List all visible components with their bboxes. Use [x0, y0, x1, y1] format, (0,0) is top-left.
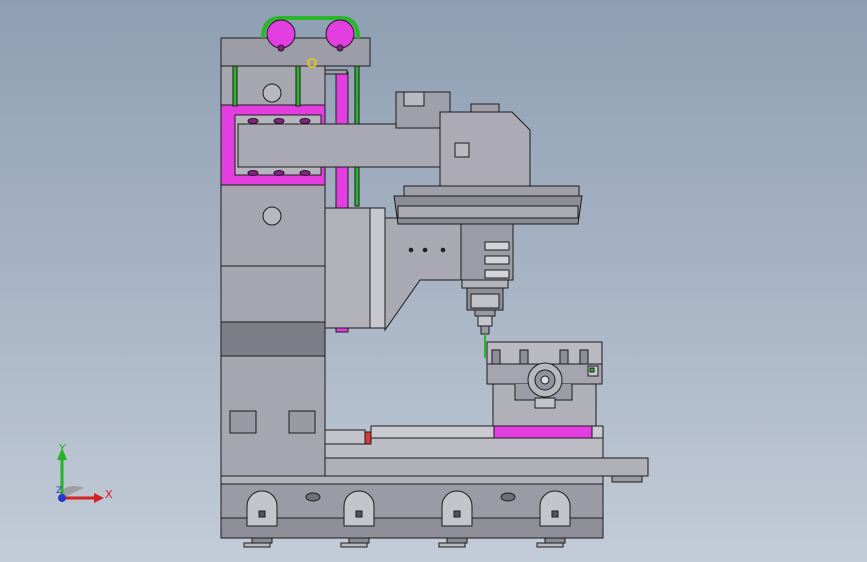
base-arch-1 [246, 490, 278, 527]
workpiece-fixture[interactable] [486, 341, 603, 439]
graphics-viewport[interactable]: Y X Z [0, 0, 867, 562]
machine-base[interactable] [220, 475, 604, 548]
coordinate-triad [57, 448, 104, 503]
z-axis-dot [58, 494, 66, 502]
base-arch-3 [441, 490, 473, 527]
rotary-disk[interactable] [393, 185, 583, 225]
base-arch-2 [343, 490, 375, 527]
spindle[interactable] [460, 223, 514, 358]
base-arch-4 [539, 490, 571, 527]
machine-model[interactable] [0, 0, 867, 562]
table-bed[interactable] [324, 425, 649, 483]
